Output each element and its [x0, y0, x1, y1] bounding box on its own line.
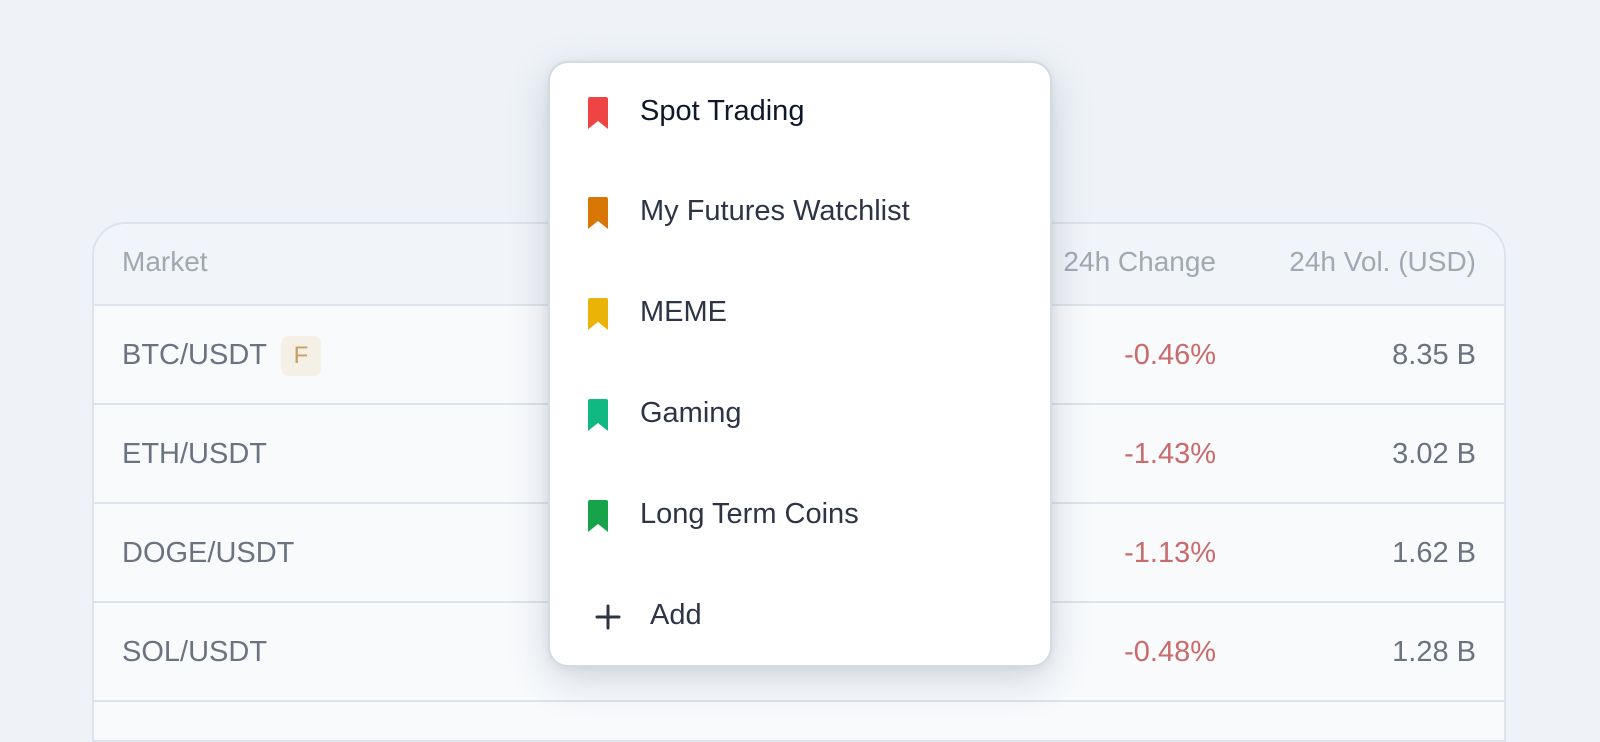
- change-24h: -1.43%: [1124, 438, 1216, 470]
- column-header-market[interactable]: Market: [122, 224, 208, 300]
- volume-24h: 8.35 B: [1392, 339, 1476, 371]
- market-pair-cell: BTC/USDT F: [122, 306, 321, 405]
- bookmark-shape: [588, 399, 608, 431]
- bookmark-shape: [588, 97, 608, 129]
- plus-icon: [595, 604, 621, 630]
- watchlist-item-label: MEME: [640, 296, 727, 328]
- column-header-24h-change[interactable]: 24h Change: [1063, 224, 1216, 300]
- watchlist-item-label: Spot Trading: [640, 95, 805, 127]
- market-pair-cell: ETH/USDT: [122, 405, 267, 504]
- watchlist-item-long-term-coins[interactable]: Long Term Coins: [550, 466, 1050, 566]
- bookmark-icon: [588, 500, 608, 532]
- watchlist-dropdown: Spot Trading My Futures Watchlist MEME G…: [548, 61, 1052, 667]
- bookmark-icon: [588, 197, 608, 229]
- bookmark-icon: [588, 97, 608, 129]
- market-pair: SOL/USDT: [122, 636, 268, 668]
- watchlist-item-meme[interactable]: MEME: [550, 264, 1050, 364]
- change-24h: -0.46%: [1124, 339, 1216, 371]
- market-pair-cell: DOGE/USDT: [122, 504, 294, 603]
- watchlist-item-label: My Futures Watchlist: [640, 195, 910, 227]
- change-24h: -0.48%: [1124, 636, 1216, 668]
- watchlist-item-spot-trading[interactable]: Spot Trading: [550, 63, 1050, 163]
- market-pair: BTC/USDT: [122, 339, 267, 371]
- change-24h: -1.13%: [1124, 537, 1216, 569]
- column-header-24h-volume[interactable]: 24h Vol. (USD): [1289, 224, 1476, 300]
- watchlist-item-label: Long Term Coins: [640, 498, 859, 530]
- add-watchlist-button[interactable]: Add: [550, 567, 1050, 665]
- bookmark-icon: [588, 298, 608, 330]
- bookmark-icon: [588, 399, 608, 431]
- volume-24h: 1.28 B: [1392, 636, 1476, 668]
- market-pair: ETH/USDT: [122, 438, 267, 470]
- market-pair: DOGE/USDT: [122, 537, 295, 569]
- add-watchlist-label: Add: [650, 599, 702, 631]
- bookmark-shape: [588, 197, 608, 229]
- volume-24h: 1.62 B: [1392, 537, 1476, 569]
- bookmark-shape: [588, 500, 608, 532]
- watchlist-item-label: Gaming: [640, 397, 742, 429]
- volume-24h: 3.02 B: [1392, 438, 1476, 470]
- futures-badge: F: [281, 335, 321, 376]
- watchlist-item-my-futures-watchlist[interactable]: My Futures Watchlist: [550, 163, 1050, 263]
- market-pair-cell: SOL/USDT: [122, 603, 267, 702]
- bookmark-shape: [588, 298, 608, 330]
- watchlist-item-gaming[interactable]: Gaming: [550, 365, 1050, 465]
